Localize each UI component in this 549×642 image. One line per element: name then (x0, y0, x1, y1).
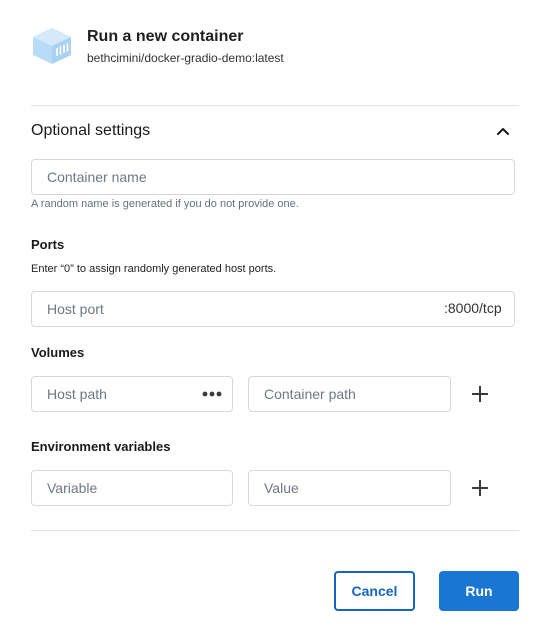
ports-label: Ports (31, 237, 65, 252)
volumes-label: Volumes (31, 345, 85, 360)
run-container-dialog: Run a new container bethcimini/docker-gr… (0, 0, 549, 642)
env-variable-input[interactable] (31, 470, 233, 506)
env-value-input[interactable] (248, 470, 451, 506)
ports-description: Enter “0” to assign randomly generated h… (31, 263, 277, 275)
container-port-label: :8000/tcp (444, 300, 502, 316)
optional-settings-title: Optional settings (31, 122, 151, 139)
host-port-input[interactable] (31, 291, 515, 327)
run-button[interactable]: Run (439, 571, 519, 611)
chevron-up-icon[interactable] (494, 122, 512, 140)
cancel-button[interactable]: Cancel (334, 571, 415, 611)
container-name-input[interactable] (31, 159, 515, 195)
divider (31, 105, 519, 106)
add-volume-plus-icon[interactable] (469, 383, 491, 405)
divider (31, 530, 519, 531)
container-path-input[interactable] (248, 376, 451, 412)
more-horizontal-icon[interactable] (200, 386, 224, 402)
container-image-icon (31, 26, 73, 66)
image-name: bethcimini/docker-gradio-demo:latest (87, 51, 284, 65)
env-vars-label: Environment variables (31, 439, 171, 454)
dialog-title: Run a new container (87, 28, 244, 45)
container-name-helper: A random name is generated if you do not… (31, 198, 299, 210)
add-env-plus-icon[interactable] (469, 477, 491, 499)
